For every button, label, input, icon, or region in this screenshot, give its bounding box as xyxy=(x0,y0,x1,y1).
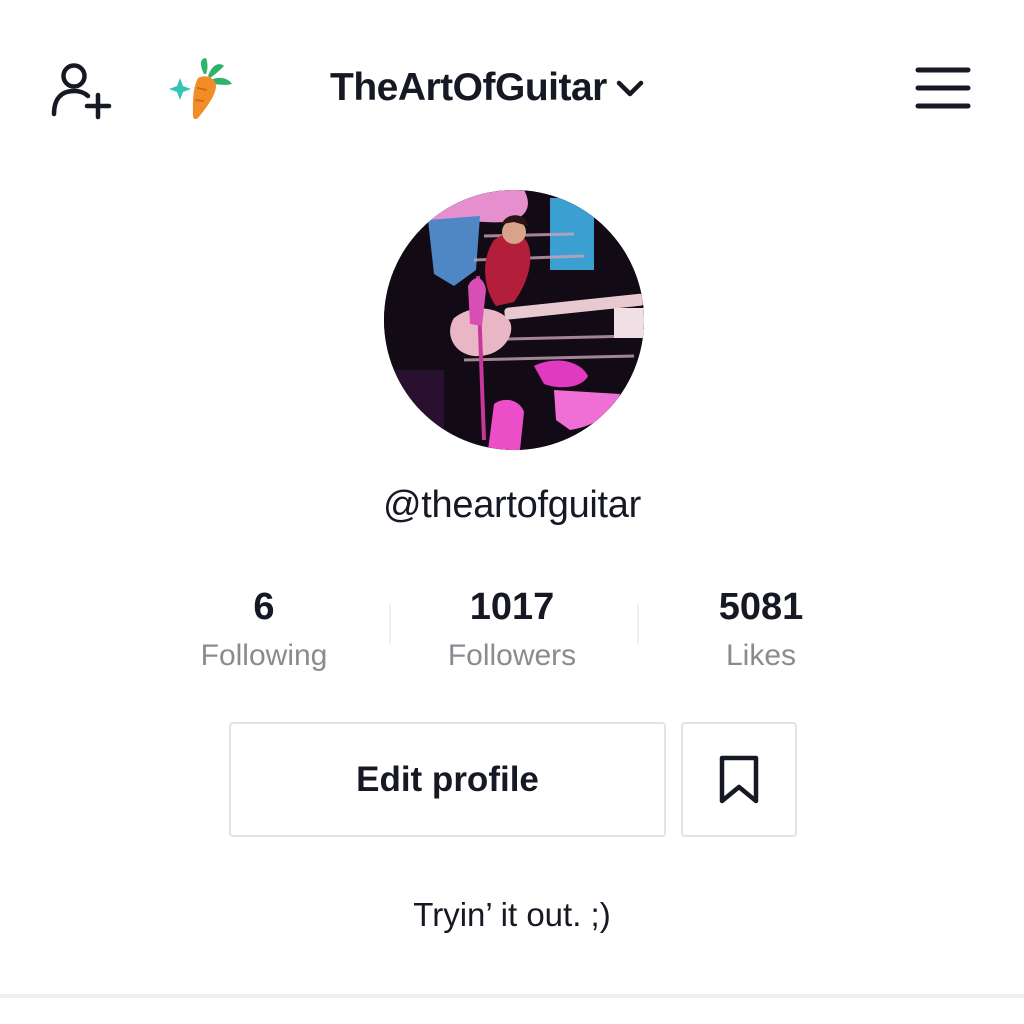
bookmark-button[interactable] xyxy=(681,722,797,837)
stat-divider xyxy=(637,604,639,644)
edit-profile-button[interactable]: Edit profile xyxy=(229,722,666,837)
stat-following[interactable]: 6 Following xyxy=(164,582,364,680)
avatar[interactable] xyxy=(384,190,644,450)
stat-likes[interactable]: 5081 Likes xyxy=(661,582,861,680)
profile-page: TheArtOfGuitar @theartofguitar 6 Followi… xyxy=(0,0,1024,1024)
likes-count: 5081 xyxy=(718,586,804,628)
account-switcher[interactable]: TheArtOfGuitar xyxy=(330,62,647,114)
edit-profile-label: Edit profile xyxy=(356,759,539,799)
account-name: TheArtOfGuitar xyxy=(330,66,607,109)
followers-count: 1017 xyxy=(469,586,555,628)
likes-label: Likes xyxy=(725,639,797,672)
bio-text: Tryin’ it out. ;) xyxy=(413,896,611,933)
hamburger-menu-icon xyxy=(915,67,971,109)
add-user-icon xyxy=(51,63,112,120)
top-bar: TheArtOfGuitar xyxy=(0,0,1024,180)
following-count: 6 xyxy=(253,586,275,628)
bookmark-icon xyxy=(719,755,759,803)
stat-divider xyxy=(389,604,391,644)
menu-button[interactable] xyxy=(912,64,974,116)
following-label: Following xyxy=(200,639,328,672)
followers-label: Followers xyxy=(447,639,577,672)
section-divider xyxy=(0,994,1024,998)
add-user-button[interactable] xyxy=(48,58,118,122)
promo-carrot-button[interactable] xyxy=(168,56,236,122)
username: @theartofguitar xyxy=(383,484,641,526)
stat-followers[interactable]: 1017 Followers xyxy=(412,582,612,680)
chevron-down-icon xyxy=(616,80,644,97)
carrot-icon xyxy=(169,58,232,120)
